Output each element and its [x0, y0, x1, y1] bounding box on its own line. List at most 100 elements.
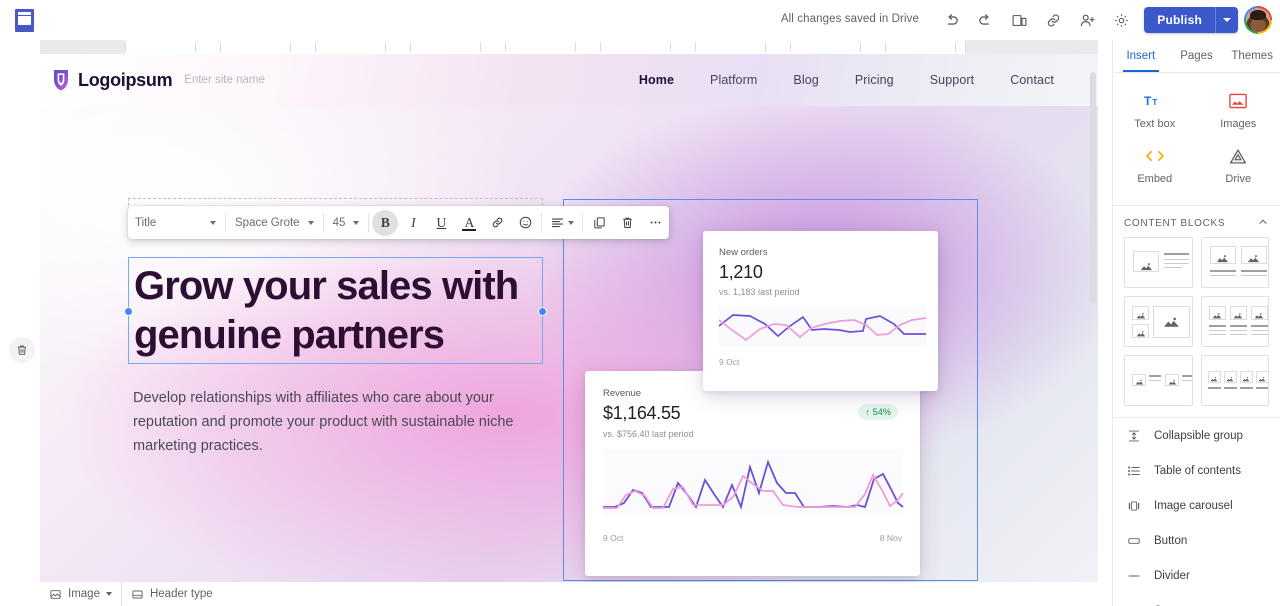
- content-block-three-images-three-captions[interactable]: [1201, 296, 1270, 347]
- insert-table-of-contents-label: Table of contents: [1154, 465, 1241, 477]
- sparkline-new-orders: [708, 303, 933, 349]
- content-blocks-grid: [1113, 237, 1280, 417]
- resize-handle-right[interactable]: [538, 307, 547, 316]
- link-icon[interactable]: [1036, 3, 1070, 37]
- preview-icon[interactable]: [1002, 3, 1036, 37]
- image-placeholder-icon: [1132, 306, 1149, 320]
- resize-handle-left[interactable]: [124, 307, 133, 316]
- card-title: Revenue: [603, 388, 641, 399]
- card-value: 1,210: [719, 262, 763, 283]
- text-color-button[interactable]: A: [456, 210, 482, 236]
- emoji-icon[interactable]: [512, 210, 538, 236]
- tab-insert[interactable]: Insert: [1113, 40, 1169, 72]
- undo-icon[interactable]: [934, 3, 968, 37]
- font-size-select[interactable]: 45: [326, 209, 367, 236]
- image-placeholder-icon: [1209, 306, 1226, 320]
- editor-workspace: Logoipsum Enter site name Home Platform …: [0, 40, 1112, 606]
- insert-collapsible-group[interactable]: Collapsible group: [1113, 418, 1280, 453]
- nav-item-platform[interactable]: Platform: [692, 73, 775, 87]
- font-size-value: 45: [333, 217, 346, 229]
- bold-button[interactable]: B: [372, 210, 398, 236]
- image-type-selector[interactable]: Image: [40, 582, 122, 606]
- divider: [541, 213, 542, 232]
- insert-embed-label: Embed: [1137, 173, 1172, 185]
- content-block-two-images-two-captions[interactable]: [1201, 237, 1270, 288]
- redo-icon[interactable]: [968, 3, 1002, 37]
- image-placeholder-icon: [1153, 306, 1190, 338]
- site-logo[interactable]: Logoipsum: [51, 69, 172, 91]
- insert-table-of-contents[interactable]: Table of contents: [1113, 453, 1280, 488]
- insert-image-carousel[interactable]: Image carousel: [1113, 488, 1280, 523]
- gear-icon[interactable]: [1104, 3, 1138, 37]
- text-color-label: A: [465, 217, 475, 228]
- font-family-select[interactable]: Space Grote: [228, 209, 321, 236]
- insert-spacer[interactable]: Spacer: [1113, 593, 1280, 606]
- insert-embed-button[interactable]: Embed: [1113, 138, 1197, 193]
- link-icon[interactable]: [484, 210, 510, 236]
- canvas-scrollbar[interactable]: [1090, 72, 1096, 304]
- content-block-two-image-text-pairs[interactable]: [1124, 355, 1193, 406]
- brand-name: Logoipsum: [78, 70, 172, 91]
- publish-button[interactable]: Publish: [1144, 7, 1215, 33]
- site-name-input[interactable]: Enter site name: [184, 74, 265, 86]
- nav-item-pricing[interactable]: Pricing: [837, 73, 912, 87]
- site-header: Logoipsum Enter site name Home Platform …: [40, 54, 1098, 106]
- insert-images-button[interactable]: Images: [1197, 83, 1280, 138]
- more-horizontal-icon[interactable]: [642, 210, 668, 236]
- divider: [225, 213, 226, 232]
- panel-tabs: Insert Pages Themes: [1113, 40, 1280, 73]
- image-placeholder-icon: [1241, 246, 1267, 264]
- card-start-date: 9 Oct: [719, 357, 739, 367]
- insert-button[interactable]: Button: [1113, 523, 1280, 558]
- table-of-contents-icon: [1126, 464, 1142, 478]
- insert-collapsible-group-label: Collapsible group: [1154, 430, 1243, 442]
- site-canvas: Logoipsum Enter site name Home Platform …: [40, 54, 1098, 606]
- tab-pages[interactable]: Pages: [1169, 40, 1225, 72]
- card-new-orders[interactable]: New orders 1,210 vs. 1,183 last period 9…: [703, 231, 938, 391]
- image-carousel-icon: [1126, 499, 1142, 513]
- image-placeholder-icon: [1256, 371, 1269, 383]
- content-blocks-header[interactable]: CONTENT BLOCKS: [1113, 206, 1280, 237]
- card-revenue[interactable]: Revenue $1,164.55 vs. $756.40 last perio…: [585, 371, 920, 576]
- header-type-icon: [131, 588, 144, 601]
- delete-icon[interactable]: [614, 210, 640, 236]
- chevron-down-icon: [1223, 18, 1231, 22]
- add-person-icon[interactable]: [1070, 3, 1104, 37]
- trash-icon: [15, 343, 29, 357]
- headline-selection-box[interactable]: Grow your sales with genuine partners: [128, 257, 543, 364]
- svg-text:T: T: [1153, 98, 1158, 107]
- insert-drive-button[interactable]: Drive: [1197, 138, 1280, 193]
- header-type-selector[interactable]: Header type: [122, 582, 222, 606]
- insert-text-box-button[interactable]: TT Text box: [1113, 83, 1197, 138]
- nav-item-contact[interactable]: Contact: [992, 73, 1072, 87]
- italic-button[interactable]: I: [400, 210, 426, 236]
- tab-themes[interactable]: Themes: [1224, 40, 1280, 72]
- image-placeholder-icon: [1230, 306, 1247, 320]
- content-block-four-images-four-captions[interactable]: [1201, 355, 1270, 406]
- google-sites-icon[interactable]: [11, 5, 37, 35]
- delete-section-button[interactable]: [9, 337, 35, 363]
- content-block-two-small-images-one-large[interactable]: [1124, 296, 1193, 347]
- nav-item-home[interactable]: Home: [621, 73, 692, 87]
- hero-body-text[interactable]: Develop relationships with affiliates wh…: [133, 386, 533, 458]
- status-badge: ↑ 54%: [858, 404, 898, 420]
- paragraph-style-select[interactable]: Title: [128, 209, 223, 236]
- card-title: New orders: [719, 247, 768, 258]
- underline-button[interactable]: U: [428, 210, 454, 236]
- google-sites-editor: All changes saved in Drive: [0, 0, 1280, 606]
- duplicate-icon[interactable]: [586, 210, 612, 236]
- publish-dropdown-button[interactable]: [1216, 7, 1238, 33]
- avatar[interactable]: [1244, 6, 1272, 34]
- align-button[interactable]: [545, 210, 579, 236]
- nav-item-blog[interactable]: Blog: [775, 73, 836, 87]
- nav-item-support[interactable]: Support: [912, 73, 992, 87]
- header-type-label: Header type: [150, 588, 213, 600]
- embed-icon: [1144, 146, 1166, 166]
- chevron-up-icon[interactable]: [1257, 216, 1269, 231]
- page-title[interactable]: Grow your sales with genuine partners: [134, 262, 544, 360]
- collapsible-group-icon: [1126, 429, 1142, 443]
- insert-drive-label: Drive: [1225, 173, 1251, 185]
- content-block-image-left-text-right[interactable]: [1124, 237, 1193, 288]
- insert-divider[interactable]: Divider: [1113, 558, 1280, 593]
- image-icon: [49, 588, 62, 601]
